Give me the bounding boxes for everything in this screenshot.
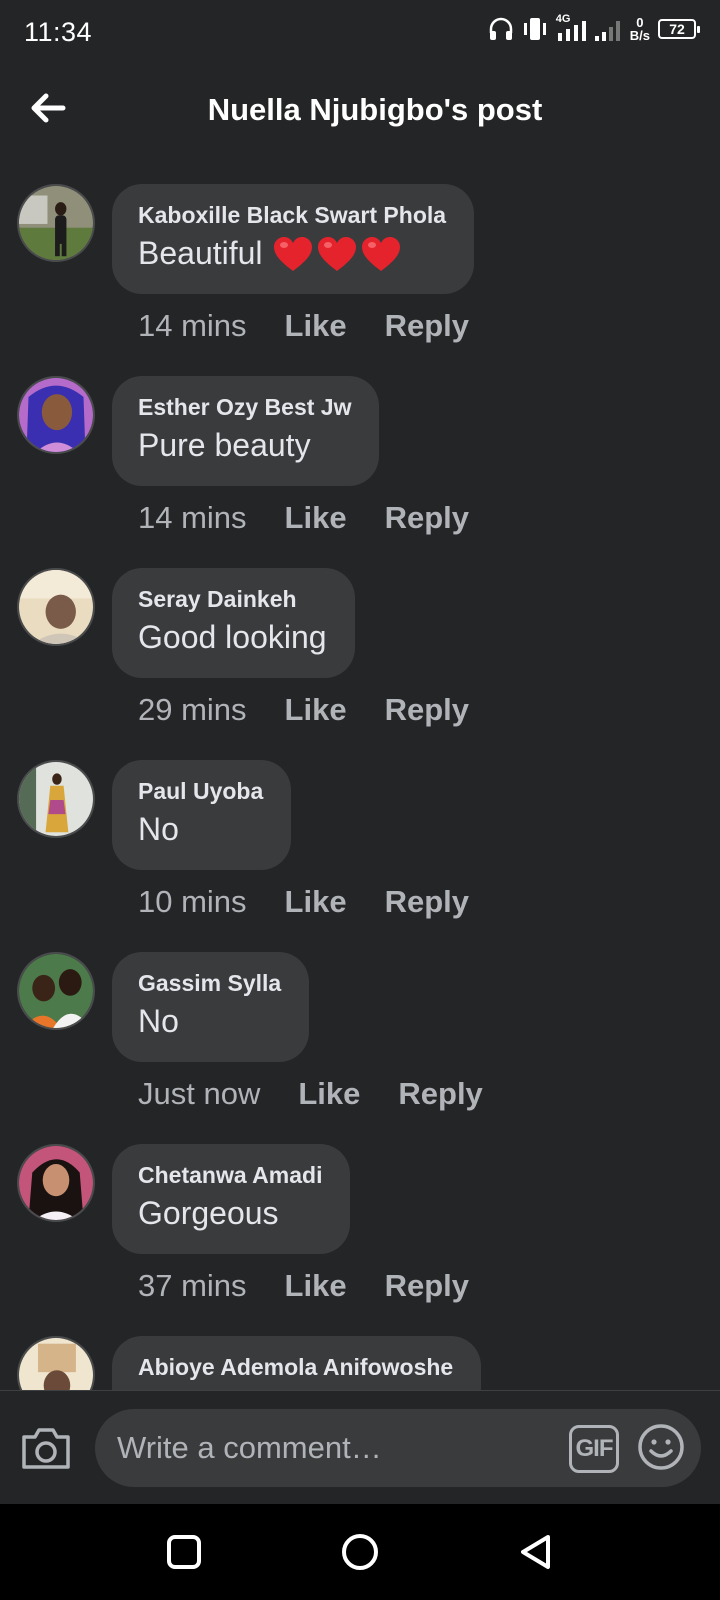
like-button[interactable]: Like [285,500,347,536]
comment-time: 14 mins [138,308,247,343]
heart-emojis [273,236,401,272]
comment-composer: GIF [0,1390,720,1504]
comment-input-box: GIF [95,1409,701,1487]
headphones-icon [489,17,513,40]
page-title: Nuella Njubigbo's post [207,92,543,127]
comment-author[interactable]: Seray Dainkeh [138,586,327,613]
comment-author[interactable]: Chetanwa Amadi [138,1162,322,1189]
comment-text: No [138,811,179,847]
camera-button[interactable] [20,1425,72,1471]
network-type: 4G [556,13,586,41]
comment-author[interactable]: Paul Uyoba [138,778,263,805]
comment-item: Seray Dainkeh Good looking 29 mins Like … [0,566,720,758]
comment-item: Esther Ozy Best Jw Pure beauty 14 mins L… [0,374,720,566]
system-nav-bar [0,1504,720,1600]
back-triangle-icon [521,1535,550,1569]
reply-button[interactable]: Reply [385,692,469,728]
comment-bubble[interactable]: Kaboxille Black Swart Phola Beautiful [112,184,475,294]
comment-input[interactable] [117,1409,537,1487]
comment-author[interactable]: Abioye Ademola Anifowoshe [138,1354,453,1381]
comment-author[interactable]: Gassim Sylla [138,970,281,997]
comment-author[interactable]: Esther Ozy Best Jw [138,394,351,421]
comment-bubble[interactable]: Gassim Sylla No [112,952,310,1062]
comment-actions: 10 mins Like Reply [138,884,469,920]
recents-square-icon [167,1535,201,1569]
comment-bubble[interactable]: Chetanwa Amadi Gorgeous [112,1144,351,1254]
reply-button[interactable]: Reply [385,308,469,344]
comment-bubble[interactable]: Esther Ozy Best Jw Pure beauty [112,376,380,486]
status-time: 11:34 [24,17,93,47]
comment-time: 14 mins [138,500,247,535]
heart-icon [317,236,356,271]
like-button[interactable]: Like [285,1268,347,1304]
comment-text: Gorgeous [138,1195,279,1231]
comments-list: Kaboxille Black Swart Phola Beautiful 14… [0,182,720,1390]
status-bar: 11:34 4G 0 B/s 72 [0,0,720,66]
comment-actions: 14 mins Like Reply [138,500,469,536]
system-back-button[interactable] [516,1532,556,1572]
comment-actions: 14 mins Like Reply [138,308,469,344]
signal-weak-icon [594,21,620,41]
comment-bubble[interactable]: Abioye Ademola Anifowoshe [112,1336,482,1390]
avatar[interactable] [17,1336,95,1390]
comment-actions: 37 mins Like Reply [138,1268,469,1304]
smiley-icon [638,1424,684,1470]
comment-actions: Just now Like Reply [138,1076,483,1112]
comment-text: Pure beauty [138,427,311,463]
camera-icon [22,1428,70,1469]
battery-icon: 72 [658,19,700,39]
comment-text: Good looking [138,619,327,655]
like-button[interactable]: Like [285,884,347,920]
vibrate-icon [523,18,546,40]
comment-time: 37 mins [138,1268,247,1303]
reply-button[interactable]: Reply [398,1076,482,1112]
status-icons: 4G 0 B/s 72 [488,13,700,43]
like-button[interactable]: Like [285,308,347,344]
comment-actions: 29 mins Like Reply [138,692,469,728]
emoji-button[interactable] [637,1423,685,1471]
like-button[interactable]: Like [298,1076,360,1112]
recents-button[interactable] [164,1532,204,1572]
heart-icon [273,236,312,271]
header: Nuella Njubigbo's post [0,66,720,158]
net-speed: 0 B/s [629,15,650,43]
comment-time: 29 mins [138,692,247,727]
avatar[interactable] [17,568,95,646]
comment-item: Paul Uyoba No 10 mins Like Reply [0,758,720,950]
comment-item: Abioye Ademola Anifowoshe [0,1334,720,1390]
comment-item: Gassim Sylla No Just now Like Reply [0,950,720,1142]
heart-icon [361,236,400,271]
reply-button[interactable]: Reply [385,500,469,536]
avatar[interactable] [17,1144,95,1222]
home-button[interactable] [340,1532,380,1572]
avatar[interactable] [17,184,95,262]
avatar[interactable] [17,952,95,1030]
signal-icon [557,21,586,41]
reply-button[interactable]: Reply [385,1268,469,1304]
comment-bubble[interactable]: Seray Dainkeh Good looking [112,568,355,678]
comment-item: Chetanwa Amadi Gorgeous 37 mins Like Rep… [0,1142,720,1334]
comment-time: Just now [138,1076,261,1111]
comment-time: 10 mins [138,884,247,919]
like-button[interactable]: Like [285,692,347,728]
comment-text: Beautiful [138,235,446,272]
comment-author[interactable]: Kaboxille Black Swart Phola [138,202,446,229]
home-circle-icon [342,1534,378,1570]
avatar[interactable] [17,376,95,454]
avatar[interactable] [17,760,95,838]
gif-button[interactable]: GIF [569,1425,619,1473]
comment-item: Kaboxille Black Swart Phola Beautiful 14… [0,182,720,374]
reply-button[interactable]: Reply [385,884,469,920]
comment-bubble[interactable]: Paul Uyoba No [112,760,292,870]
comment-text: No [138,1003,179,1039]
